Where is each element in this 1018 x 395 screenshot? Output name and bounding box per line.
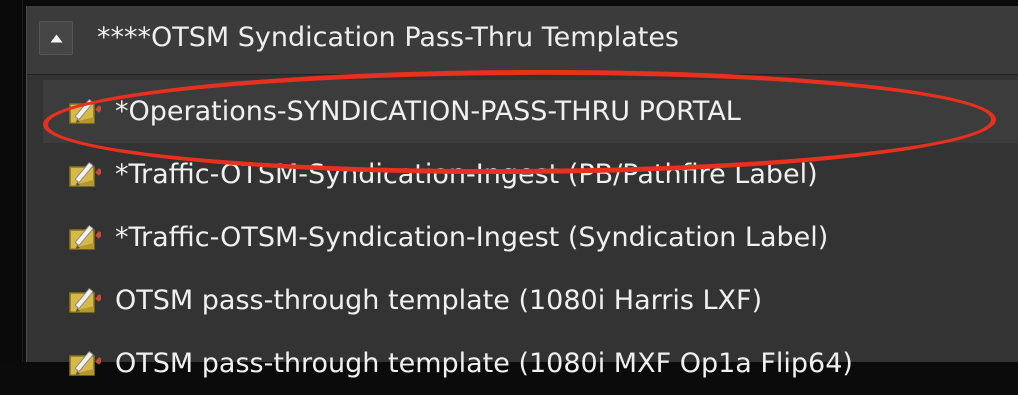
list-item-label: *Traffic-OTSM-Syndication-Ingest (PB/Pat… xyxy=(115,159,818,190)
group-title: ****OTSM Syndication Pass-Thru Templates xyxy=(97,22,680,53)
list-item[interactable]: *Traffic-OTSM-Syndication-Ingest (PB/Pat… xyxy=(43,143,1018,206)
template-edit-icon xyxy=(67,347,101,381)
list-item[interactable]: *Operations-SYNDICATION-PASS-THRU PORTAL xyxy=(43,80,1018,143)
template-list-panel: ****OTSM Syndication Pass-Thru Templates… xyxy=(26,6,1018,379)
list-item[interactable]: OTSM pass-through template (1080i MXF Op… xyxy=(43,332,1018,395)
template-edit-icon xyxy=(67,158,101,192)
left-pane-edge xyxy=(0,0,23,362)
group-header[interactable]: ****OTSM Syndication Pass-Thru Templates xyxy=(27,6,1018,75)
collapse-group-button[interactable] xyxy=(39,21,73,55)
template-edit-icon xyxy=(67,284,101,318)
list-item[interactable]: *Traffic-OTSM-Syndication-Ingest (Syndic… xyxy=(43,206,1018,269)
list-item[interactable]: OTSM pass-through template (1080i Harris… xyxy=(43,269,1018,332)
list-item-label: *Operations-SYNDICATION-PASS-THRU PORTAL xyxy=(115,96,741,127)
list-item-label: OTSM pass-through template (1080i MXF Op… xyxy=(115,348,853,379)
template-edit-icon xyxy=(67,221,101,255)
template-edit-icon xyxy=(67,95,101,129)
list-item-label: OTSM pass-through template (1080i Harris… xyxy=(115,285,763,316)
caret-up-icon xyxy=(50,34,62,42)
list-item-label: *Traffic-OTSM-Syndication-Ingest (Syndic… xyxy=(115,222,829,253)
template-list: *Operations-SYNDICATION-PASS-THRU PORTAL… xyxy=(43,80,1018,395)
